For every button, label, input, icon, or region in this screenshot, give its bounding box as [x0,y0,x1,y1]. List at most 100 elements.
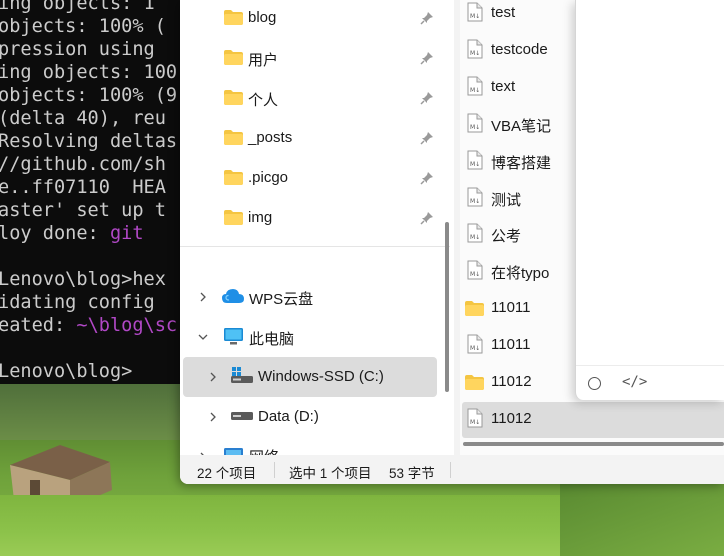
terminal-line: (delta 40), reu [0,107,166,130]
terminal-line: ing objects: 100 [0,61,177,84]
source-code-icon[interactable]: </> [622,374,647,390]
circle-icon[interactable] [588,377,601,390]
terminal-line: aster' set up t [0,199,166,222]
terminal-line: //github.com/sh [0,153,166,176]
nav-item-personal[interactable]: 个人 [183,80,437,120]
file-name: 11011 [491,299,531,317]
file-name: 博客搭建 [491,154,552,172]
pin-icon[interactable] [420,51,434,65]
markdown-file-icon: M↓ [467,187,483,206]
terminal-text: objects: 100% (9 [0,85,178,106]
file-name: 在将typo [491,265,550,283]
wallpaper-sky [0,380,180,440]
markdown-file-icon: M↓ [467,408,483,428]
editor-window[interactable]: </> [575,0,724,400]
terminal-text: objects: 100% ( [0,16,166,37]
markdown-file-icon: M↓ [467,260,483,280]
nav-item-network[interactable]: 网络 [183,437,437,455]
nav-label: 用户 [248,52,279,69]
nav-label: .picgo [248,169,289,186]
markdown-file-icon: M↓ [467,39,483,59]
nav-item-img[interactable]: img [183,200,437,240]
file-name: 11012 [491,373,532,390]
computer-icon [224,328,243,345]
item-count: 22 个项目 [197,466,257,481]
pin-icon[interactable] [420,211,434,225]
folder-icon [224,170,243,185]
terminal-text: aster' set up t [0,200,166,221]
terminal-text: pression using [0,39,155,60]
folder-icon [224,210,243,225]
nav-item-users[interactable]: 用户 [183,40,437,80]
terminal-highlight-text: git [109,223,144,244]
nav-label: 此电脑 [249,331,295,348]
file-name: 11011 [491,336,531,354]
terminal-text: e..ff07110 HEA [0,177,166,198]
status-separator [274,462,275,478]
markdown-file-icon: M↓ [467,2,483,22]
svg-text:M↓: M↓ [470,161,480,168]
nav-item-this-pc[interactable]: 此电脑 [183,317,437,357]
folder-icon [465,301,484,317]
svg-text:M↓: M↓ [470,345,480,352]
terminal-line: Lenovo\blog> [0,360,132,383]
file-name: testcode [491,40,548,58]
folder-icon [224,50,243,65]
terminal-line: eated: ~\blog\sc [0,314,177,337]
pin-icon[interactable] [420,131,434,145]
folder-icon [224,10,243,25]
chevron-right-icon[interactable] [208,412,218,422]
pin-icon[interactable] [420,91,434,105]
nav-item-posts[interactable]: _posts [183,120,437,160]
terminal-text: Resolving deltas [0,131,178,152]
terminal-line: pression using [0,38,155,61]
terminal-highlight-text: ~\blog\sc [76,315,178,336]
windows-drive-icon [231,367,253,383]
nav-label: _posts [248,129,293,146]
nav-item-blog[interactable]: blog [183,0,437,40]
svg-text:M↓: M↓ [470,234,480,241]
file-name: text [491,77,516,95]
nav-item-drive-c[interactable]: Windows-SSD (C:) [183,357,437,397]
nav-item-drive-d[interactable]: Data (D:) [183,397,437,437]
terminal-text: loy done: [0,223,110,244]
terminal-line: objects: 100% (9 [0,84,177,107]
file-name: 公考 [491,228,522,246]
nav-item-wps-cloud[interactable]: WPS云盘 [183,277,437,317]
terminal-text: ing objects: 100 [0,62,178,83]
nav-divider [180,246,450,247]
selected-count: 选中 1 个项目 [289,466,372,481]
status-bar: 22 个项目 选中 1 个项目 53 字节 [180,455,724,484]
pin-icon[interactable] [420,11,434,25]
horizontal-scrollbar[interactable] [463,442,724,446]
file-name: 测试 [491,191,522,209]
chevron-down-icon[interactable] [198,332,208,342]
nav-label: Data (D:) [258,408,319,425]
selected-size: 53 字节 [389,466,435,481]
terminal-text: ing objects: 1 [0,0,155,14]
terminal-text: eated: [0,315,77,336]
file-name: 11012 [491,409,532,427]
svg-text:M↓: M↓ [470,198,480,205]
file-row[interactable]: M↓ 11012 [462,401,724,438]
nav-label: blog [248,9,277,26]
nav-label: 网络 [249,446,279,455]
nav-scrollbar[interactable] [445,222,449,392]
file-name: test [491,4,516,21]
pin-icon[interactable] [420,171,434,185]
chevron-right-icon[interactable] [198,292,208,302]
navigation-pane[interactable]: blog 用户 个人 _posts .picgo img WPS云盘 此电脑 W… [180,0,454,455]
terminal-text: Lenovo\blog> [0,361,133,382]
terminal-text: (delta 40), reu [0,108,166,129]
terminal-line: ing objects: 1 [0,0,155,15]
nav-item-picgo[interactable]: .picgo [183,160,437,200]
svg-text:M↓: M↓ [470,419,480,426]
nav-label: img [248,209,273,226]
terminal-line: idating config [0,291,155,314]
nav-label: Windows-SSD (C:) [258,368,384,385]
editor-toolbar: </> [576,365,724,400]
nav-label: 个人 [248,92,279,109]
chevron-right-icon[interactable] [208,372,218,382]
terminal-window[interactable]: ing objects: 1 objects: 100% (pression us… [0,0,190,384]
markdown-file-icon: M↓ [467,334,483,354]
